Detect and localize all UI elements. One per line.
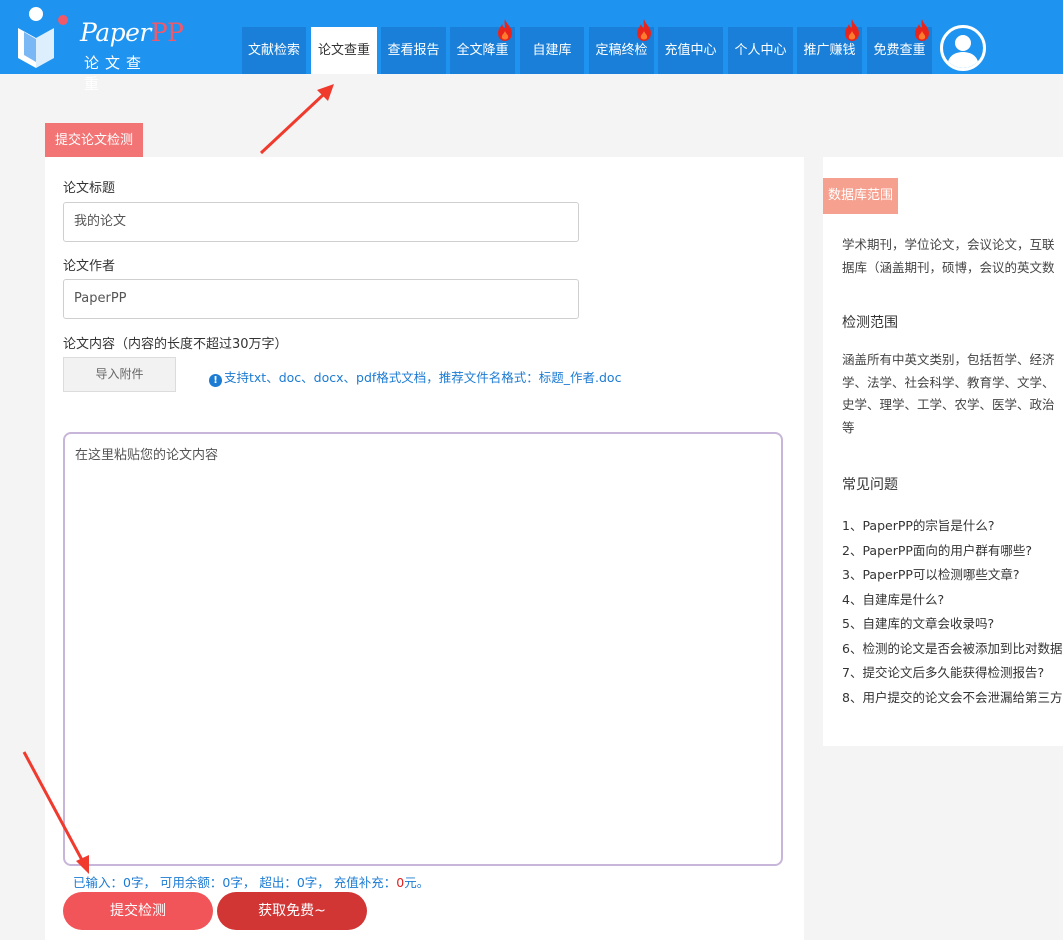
info-icon: ! [209,374,222,387]
nav-item-personal-center[interactable]: 个人中心 [728,27,793,74]
nav-item-full-text-rewrite[interactable]: 全文降重 [450,19,515,74]
faq-item[interactable]: 1、PaperPP的宗旨是什么? [842,514,1063,539]
paperpp-logo[interactable]: PaperPP 论文查重 [14,4,184,93]
word-count-status: 已输入：0字， 可用余额：0字， 超出：0字， 充值补充：0元。 [73,875,430,890]
database-description: 学术期刊，学位论文，会议论文，互联 据库（涵盖期刊，硕博，会议的英文数 [842,237,1055,275]
fire-icon [915,19,929,41]
file-format-hint: ! 支持txt、doc、docx、pdf格式文档，推荐文件名格式：标题_作者.do… [209,367,621,387]
faq-item[interactable]: 2、PaperPP面向的用户群有哪些? [842,539,1063,564]
logo-wordmark: PaperPP [80,18,184,47]
nav-item-recharge-center[interactable]: 充值中心 [658,27,723,74]
logo-subtitle: 论文查重 [84,54,148,93]
nav-item-free-check[interactable]: 免费查重 [867,19,932,74]
content-label: 论文内容（内容的长度不超过30万字） [63,337,288,352]
import-attachment-button[interactable]: 导入附件 [63,357,176,392]
nav-item-custom-library[interactable]: 自建库 [520,27,584,74]
book-person-icon [18,7,68,68]
submit-check-button[interactable]: 提交检测 [63,892,213,930]
scope-heading: 检测范围 [842,315,898,331]
user-avatar[interactable] [940,25,986,71]
submission-form: 论文标题 我的论文 论文作者 PaperPP 论文内容（内容的长度不超过30万字… [45,157,804,940]
faq-item[interactable]: 5、自建库的文章会收录吗? [842,612,1063,637]
faq-item[interactable]: 3、PaperPP可以检测哪些文章? [842,563,1063,588]
paper-content-textarea[interactable]: 在这里粘贴您的论文内容 [63,432,783,866]
submit-paper-tab[interactable]: 提交论文检测 [45,123,143,157]
top-header: PaperPP 论文查重 文献检索 论文查重 查看报告 全文降重 自建库 定稿终… [0,0,1063,93]
fire-icon [845,19,859,41]
nav-item-view-report[interactable]: 查看报告 [381,27,446,74]
user-icon [947,35,979,68]
faq-list: 1、PaperPP的宗旨是什么? 2、PaperPP面向的用户群有哪些? 3、P… [842,514,1063,710]
arrow-to-nav-tab [259,84,334,155]
faq-item[interactable]: 7、提交论文后多久能获得检测报告? [842,661,1063,686]
fire-icon [637,19,651,41]
faq-item[interactable]: 8、用户提交的论文会不会泄漏给第三方 [842,686,1063,711]
nav-item-literature-search[interactable]: 文献检索 [242,27,306,74]
database-scope-tab: 数据库范围 [823,178,898,214]
paper-title-input[interactable]: 我的论文 [63,202,579,242]
paper-author-input[interactable]: PaperPP [63,279,579,319]
nav-item-promote-earn[interactable]: 推广赚钱 [797,19,862,74]
author-label: 论文作者 [63,259,116,274]
faq-item[interactable]: 6、检测的论文是否会被添加到比对数据 [842,637,1063,662]
info-sidebar: 数据库范围 学术期刊，学位论文，会议论文，互联 据库（涵盖期刊，硕博，会议的英文… [823,157,1063,746]
title-label: 论文标题 [63,181,116,196]
scope-description: 涵盖所有中英文类别，包括哲学、经济 学、法学、社会科学、教育学、文学、 史学、理… [842,352,1055,435]
faq-item[interactable]: 4、自建库是什么? [842,588,1063,613]
faq-heading: 常见问题 [842,477,898,493]
nav-item-plagiarism-check[interactable]: 论文查重 [311,27,377,74]
get-free-button[interactable]: 获取免费~ [217,892,367,930]
nav-item-final-check[interactable]: 定稿终检 [589,19,654,74]
fire-icon [498,19,512,41]
